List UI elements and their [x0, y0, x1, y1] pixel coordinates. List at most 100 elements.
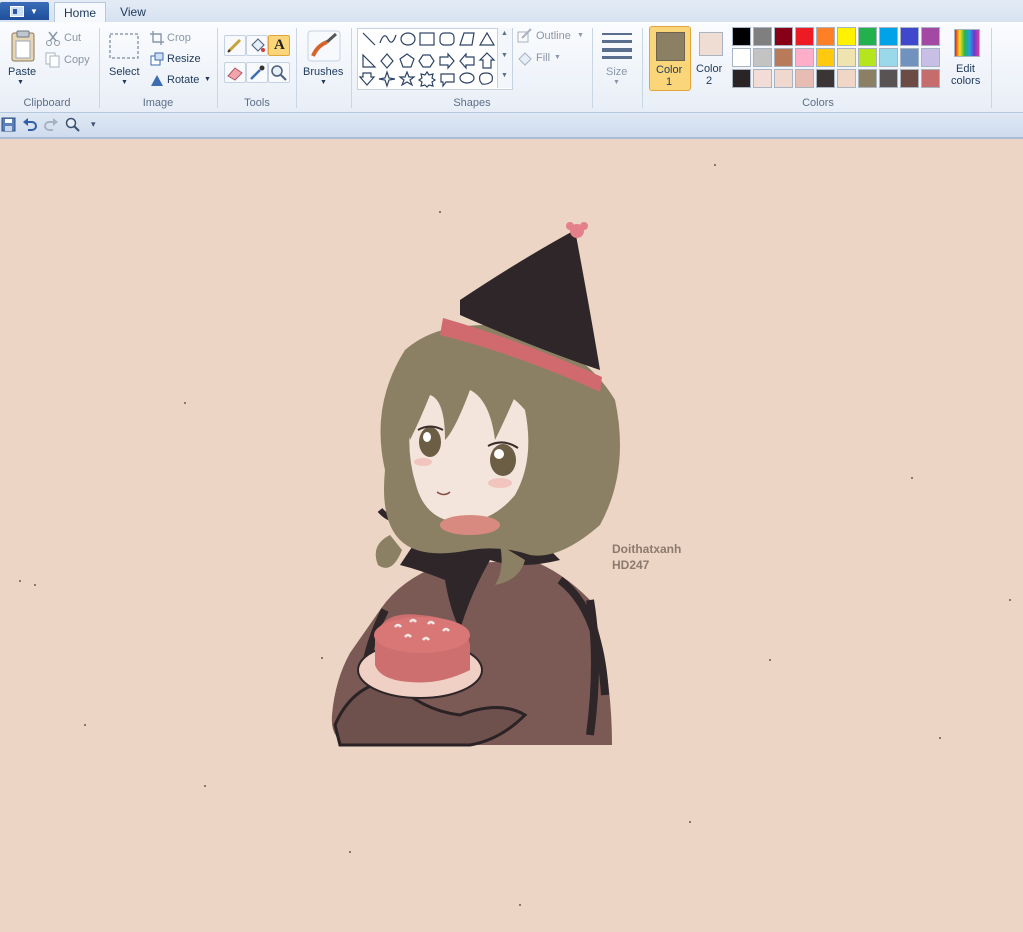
crop-label: Crop [167, 32, 191, 44]
chevron-down-icon: ▼ [577, 32, 584, 39]
palette-swatch[interactable] [837, 69, 856, 88]
palette-swatch[interactable] [795, 69, 814, 88]
outline-label: Outline [536, 30, 571, 42]
palette-swatch[interactable] [879, 27, 898, 46]
palette-swatch[interactable] [795, 27, 814, 46]
edit-colors-button[interactable]: Edit colors [948, 26, 986, 89]
fill-label: Fill [536, 52, 551, 64]
ribbon-divider [99, 28, 100, 108]
chevron-down-icon: ▼ [121, 79, 128, 86]
outline-button[interactable]: Outline ▼ [516, 28, 588, 46]
copy-icon [45, 52, 60, 68]
rotate-icon [151, 75, 163, 86]
palette-swatch[interactable] [774, 48, 793, 67]
paste-button[interactable]: Paste ▼ [4, 28, 40, 90]
paste-icon [11, 30, 35, 62]
size-button[interactable]: Size ▼ [598, 28, 636, 90]
palette-swatch[interactable] [858, 27, 877, 46]
color1-button[interactable]: Color 1 [649, 26, 691, 91]
palette-swatch[interactable] [879, 48, 898, 67]
cut-label: Cut [64, 32, 82, 44]
paste-label: Paste [8, 66, 37, 78]
copy-button[interactable]: Copy [44, 52, 94, 70]
save-icon[interactable] [1, 117, 17, 133]
text-tool[interactable]: A [268, 35, 290, 56]
palette-swatch[interactable] [816, 48, 835, 67]
palette-swatch[interactable] [837, 48, 856, 67]
color-palette [732, 26, 946, 92]
colors-group-label: Colors [802, 97, 834, 109]
more-shapes-icon: ▼ [501, 72, 508, 79]
copy-label: Copy [64, 54, 90, 66]
brushes-label: Brushes [303, 66, 344, 78]
scroll-up-icon: ▲ [501, 30, 508, 37]
tab-home[interactable]: Home [54, 2, 106, 23]
palette-swatch[interactable] [795, 48, 814, 67]
scroll-down-icon: ▼ [501, 52, 508, 59]
resize-button[interactable]: Resize [148, 51, 202, 69]
cut-button[interactable]: Cut [44, 30, 88, 48]
brush-icon [307, 30, 341, 62]
color2-label: Color [696, 63, 723, 75]
palette-swatch[interactable] [774, 27, 793, 46]
color-picker-tool[interactable] [246, 62, 268, 83]
edit-colors-label: Edit [956, 63, 975, 75]
chevron-down-icon: ▼ [554, 54, 561, 61]
palette-swatch[interactable] [921, 69, 940, 88]
palette-swatch[interactable] [858, 69, 877, 88]
palette-swatch[interactable] [816, 27, 835, 46]
palette-swatch[interactable] [858, 48, 877, 67]
palette-swatch[interactable] [900, 27, 919, 46]
tools-group-label: Tools [244, 97, 270, 109]
crop-button[interactable]: Crop [148, 30, 196, 48]
ribbon-divider [991, 28, 992, 108]
paint-menu-button[interactable]: ▼ [0, 2, 49, 20]
palette-swatch[interactable] [753, 48, 772, 67]
ribbon-tab-bar: ▼ Home View [0, 0, 1023, 23]
ribbon-divider [351, 28, 352, 108]
scissors-icon [46, 31, 60, 46]
rotate-button[interactable]: Rotate ▼ [148, 72, 212, 90]
paint-menu-icon [10, 6, 24, 17]
eraser-tool[interactable] [224, 62, 246, 83]
palette-swatch[interactable] [879, 69, 898, 88]
palette-swatch[interactable] [753, 69, 772, 88]
ribbon-divider [642, 28, 643, 108]
palette-swatch[interactable] [732, 48, 751, 67]
magnifier-icon [271, 65, 287, 81]
clipboard-group-label: Clipboard [23, 97, 71, 109]
pencil-tool[interactable] [224, 35, 246, 56]
palette-swatch[interactable] [774, 69, 793, 88]
resize-icon [150, 52, 164, 66]
size-label: Size [606, 66, 628, 78]
palette-swatch[interactable] [837, 27, 856, 46]
shapes-gallery[interactable] [357, 28, 513, 90]
palette-swatch[interactable] [816, 69, 835, 88]
palette-swatch[interactable] [732, 69, 751, 88]
tab-view[interactable]: View [108, 2, 158, 22]
edit-colors-label-2: colors [951, 75, 981, 87]
palette-swatch[interactable] [900, 48, 919, 67]
ribbon-divider [296, 28, 297, 108]
image-group-label: Image [142, 97, 174, 109]
palette-swatch[interactable] [921, 48, 940, 67]
brushes-button[interactable]: Brushes ▼ [302, 28, 346, 90]
customize-qat-icon[interactable]: ▾ [91, 119, 96, 130]
palette-swatch[interactable] [900, 69, 919, 88]
drawing-canvas[interactable]: Doithatxanh HD247 [0, 140, 1023, 932]
select-button[interactable]: Select ▼ [104, 28, 144, 90]
fill-tool[interactable] [246, 35, 268, 56]
palette-swatch[interactable] [732, 27, 751, 46]
palette-swatch[interactable] [921, 27, 940, 46]
magnifier-tool[interactable] [268, 62, 290, 83]
shapes-gallery-scroll[interactable]: ▲ ▼ ▼ [497, 28, 512, 88]
undo-icon[interactable] [22, 117, 38, 133]
zoom-icon[interactable] [65, 117, 81, 133]
color1-label: Color [656, 64, 683, 76]
palette-swatch[interactable] [753, 27, 772, 46]
outline-icon [517, 28, 532, 43]
redo-icon[interactable] [43, 117, 59, 133]
color2-button[interactable]: Color 2 [693, 26, 727, 89]
shapes-gallery-icons [358, 31, 496, 88]
fill-button[interactable]: Fill ▼ [516, 50, 566, 68]
